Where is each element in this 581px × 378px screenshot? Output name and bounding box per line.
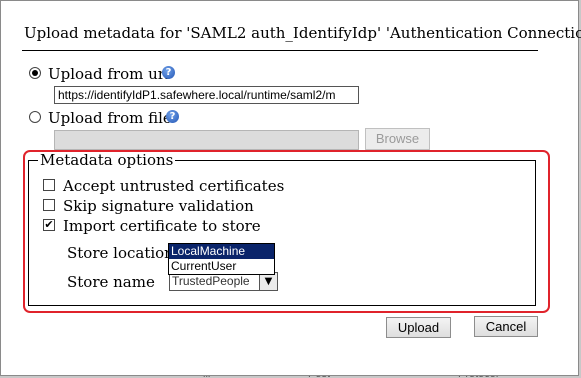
annotation-highlight-box: [23, 150, 550, 313]
upload-from-file-radio[interactable]: [29, 111, 41, 123]
upload-from-url-label[interactable]: Upload from url: [48, 65, 170, 83]
browse-button[interactable]: Browse: [365, 128, 430, 150]
dialog-title: Upload metadata for 'SAML2 auth_Identify…: [24, 24, 581, 42]
title-divider: [22, 50, 538, 51]
upload-button[interactable]: Upload: [386, 317, 451, 338]
help-icon[interactable]: ?: [162, 66, 175, 79]
cancel-button[interactable]: Cancel: [474, 316, 538, 337]
help-icon[interactable]: ?: [166, 110, 179, 123]
metadata-url-input[interactable]: https://identifyIdP1.safewhere.local/run…: [54, 86, 359, 104]
upload-from-file-label[interactable]: Upload from file: [48, 109, 172, 127]
upload-from-url-radio[interactable]: [29, 67, 41, 79]
metadata-file-input[interactable]: [54, 130, 359, 150]
